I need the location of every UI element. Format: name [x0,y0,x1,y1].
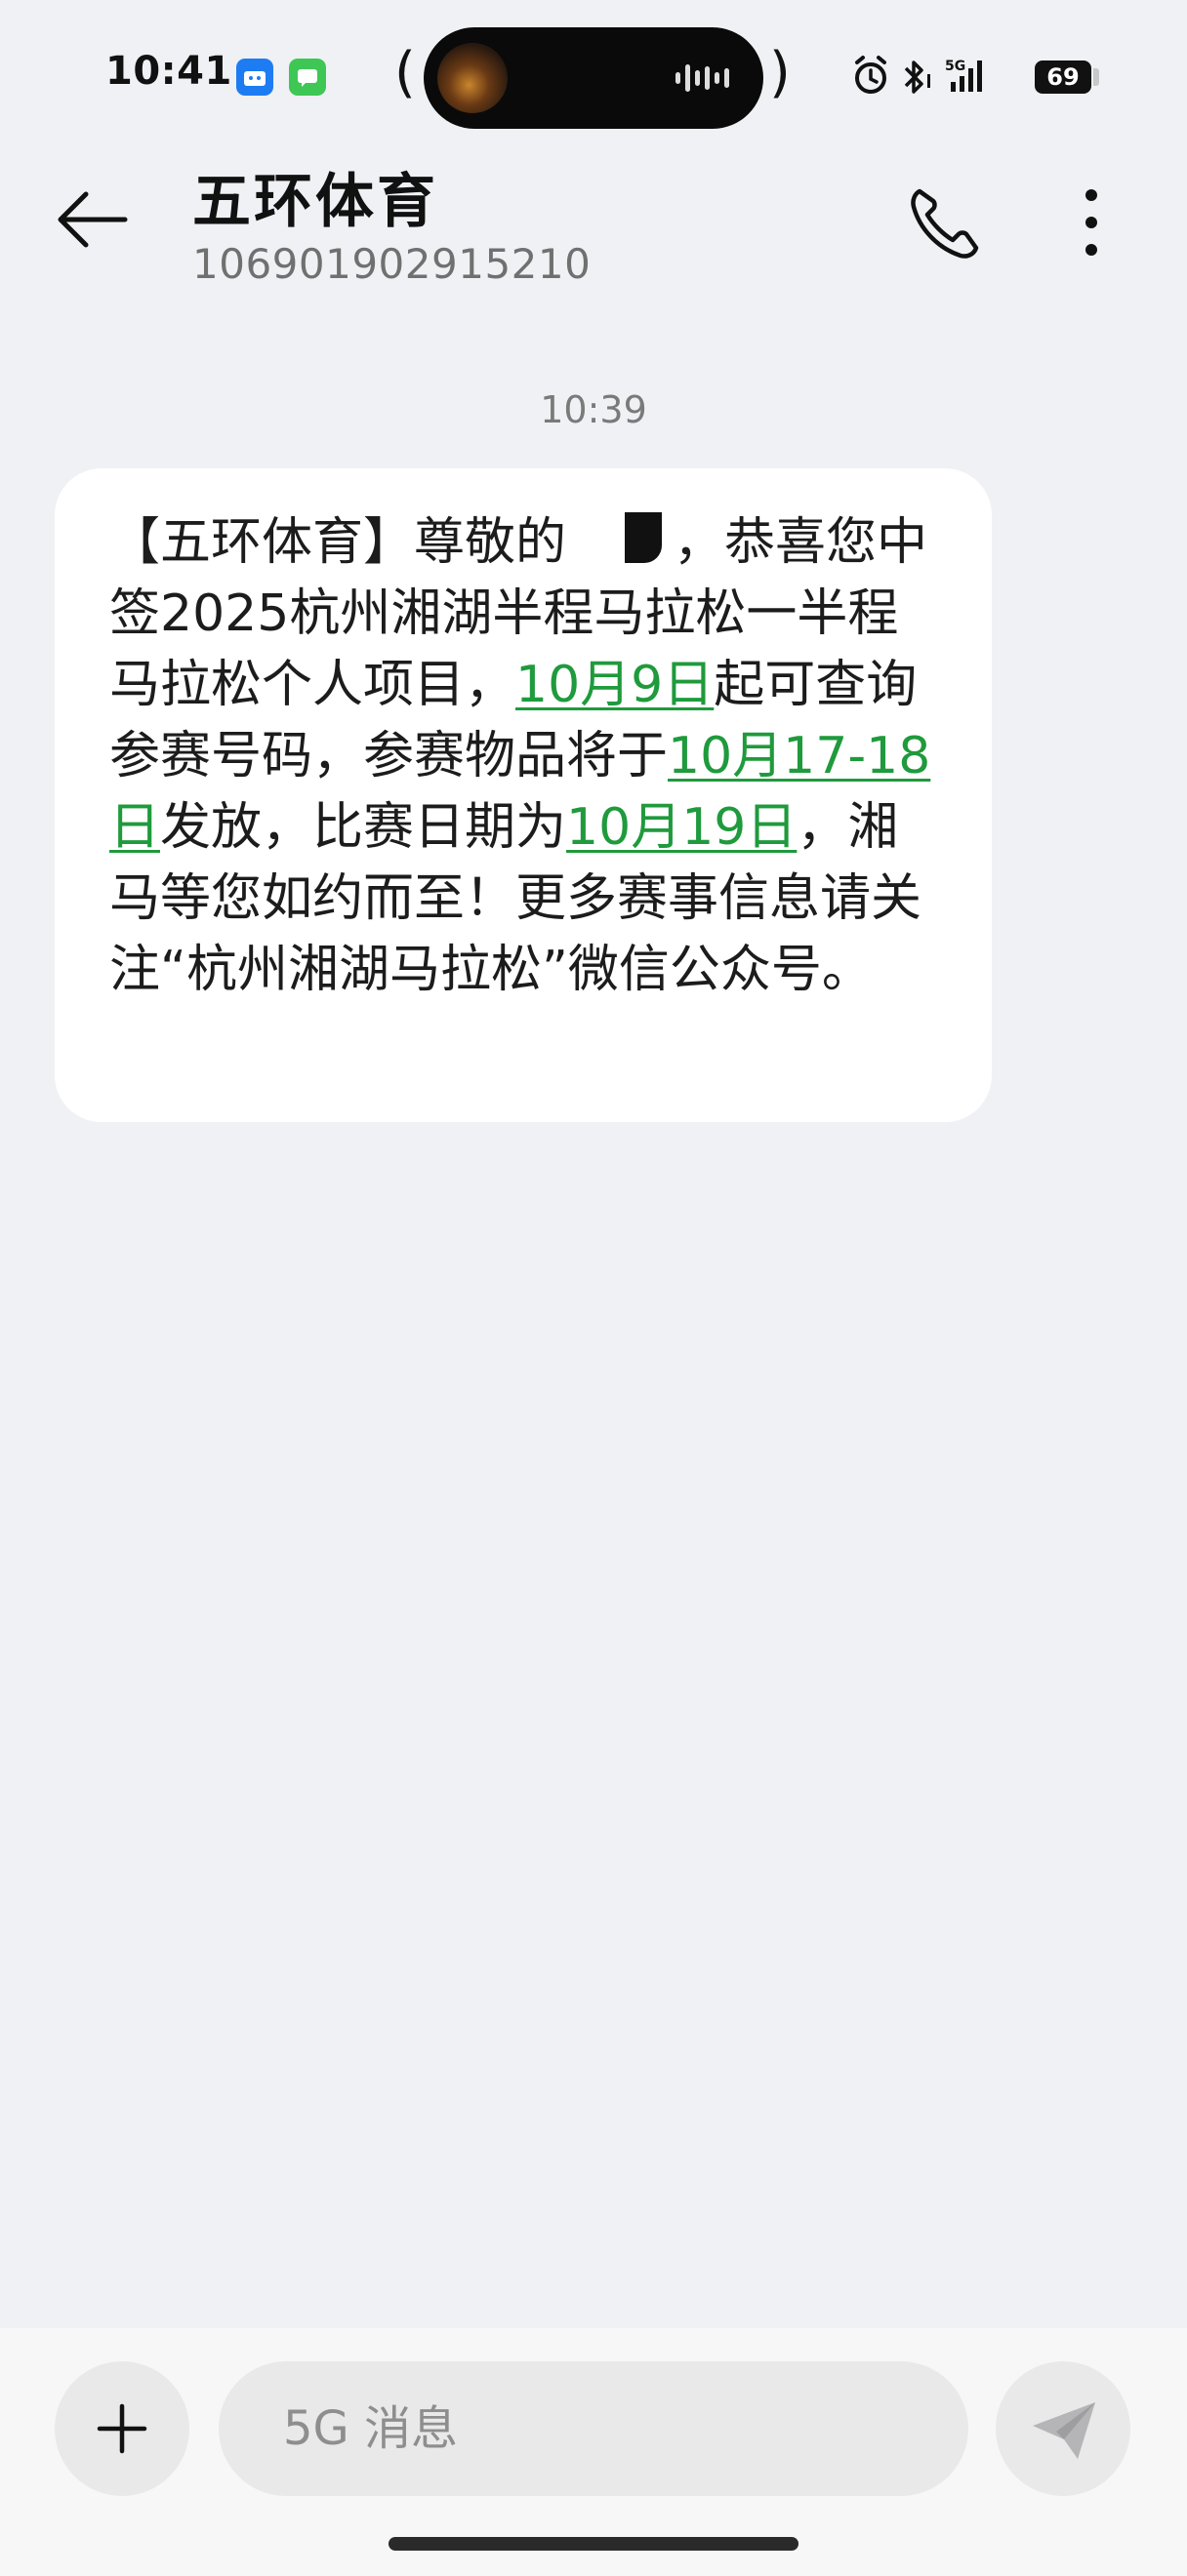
bluetooth-icon [904,60,930,94]
message-timestamp: 10:39 [540,388,647,431]
dynamic-island[interactable] [424,27,763,129]
status-bar: 10:41 ( ) 5G 69 [0,0,1187,156]
contact-name: 五环体育 [192,168,438,236]
signal-icon: 5G [945,59,982,92]
battery-tip [1093,68,1099,86]
now-playing-artwork [437,43,508,113]
date-link-race-day[interactable]: 10月19日 [566,798,797,857]
status-time: 10:41 [105,49,232,94]
system-status-icons: 5G [855,56,982,94]
notification-messages-icon [289,59,326,96]
alarm-icon [855,56,886,94]
more-options-button[interactable] [1070,183,1113,262]
phone-icon [911,188,979,259]
more-vertical-icon [1085,189,1097,256]
island-right-paren: ) [769,41,791,104]
plus-icon [97,2403,147,2454]
add-attachment-button[interactable] [55,2361,189,2496]
message-text: 【五环体育】尊敬的 ，恭喜您中签2025杭州湘湖半程马拉松一半程马拉松个人项目，1… [109,507,949,1006]
message-input[interactable] [219,2361,968,2496]
svg-text:5G: 5G [945,59,965,74]
send-icon [1033,2402,1095,2459]
call-button[interactable] [906,183,984,262]
date-link-registration[interactable]: 10月9日 [515,656,714,714]
audio-wave-icon [675,64,729,92]
redacted-recipient-name [566,510,674,569]
island-left-paren: ( [394,41,416,104]
notification-blue-app-icon [236,59,273,96]
back-arrow-icon [58,191,128,248]
battery-icon: 69 [1035,60,1091,94]
home-indicator[interactable] [389,2537,798,2551]
contact-number: 106901902915210 [192,240,592,288]
send-button[interactable] [996,2361,1130,2496]
message-text-part: 【五环体育】尊敬的 [109,513,567,572]
back-button[interactable] [55,185,133,254]
message-text-part: 发放，比赛日期为 [160,798,567,857]
